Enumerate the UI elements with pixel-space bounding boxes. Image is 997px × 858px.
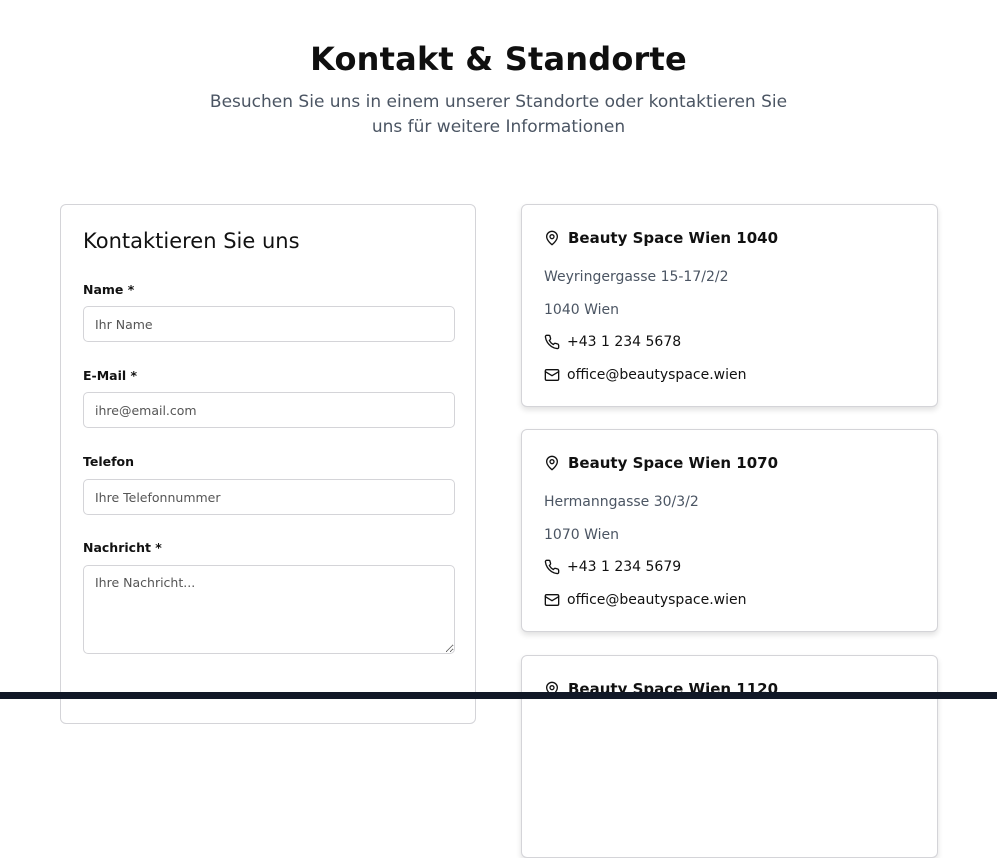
location-card: Beauty Space Wien 1070 Hermanngasse 30/3… — [521, 429, 938, 632]
location-name: Beauty Space Wien 1040 — [568, 229, 779, 247]
form-title: Kontaktieren Sie uns — [83, 229, 300, 253]
message-label: Nachricht * — [83, 540, 162, 555]
mail-icon — [544, 367, 560, 383]
location-card: Beauty Space Wien 1040 Weyringergasse 15… — [521, 204, 938, 407]
map-pin-icon — [544, 455, 560, 471]
message-textarea[interactable] — [83, 565, 455, 654]
email-input[interactable] — [83, 392, 455, 428]
phone-label: Telefon — [83, 454, 135, 469]
name-label: Name * — [83, 282, 135, 297]
phone-icon — [544, 334, 560, 350]
email-text: office@beautyspace.wien — [567, 592, 747, 608]
location-card: Beauty Space Wien 1120 — [521, 655, 938, 858]
map-pin-icon — [544, 230, 560, 246]
location-email[interactable]: office@beautyspace.wien — [544, 592, 746, 608]
location-phone[interactable]: +43 1 234 5679 — [544, 559, 681, 575]
page-title: Kontakt & Standorte — [310, 40, 687, 78]
phone-input[interactable] — [83, 479, 455, 515]
location-name: Beauty Space Wien 1070 — [568, 454, 779, 472]
location-phone[interactable]: +43 1 234 5678 — [544, 334, 681, 350]
location-email[interactable]: office@beautyspace.wien — [544, 367, 746, 383]
bottom-bar — [0, 692, 997, 699]
phone-text: +43 1 234 5678 — [567, 334, 682, 350]
location-city: 1070 Wien — [544, 527, 619, 543]
page-subtitle: Besuchen Sie uns in einem unserer Stando… — [209, 92, 788, 137]
location-street: Hermanngasse 30/3/2 — [544, 494, 699, 510]
contact-form-card: Kontaktieren Sie uns Name * E-Mail * Tel… — [60, 204, 476, 724]
phone-text: +43 1 234 5679 — [567, 559, 682, 575]
phone-icon — [544, 559, 560, 575]
location-title: Beauty Space Wien 1070 — [544, 454, 778, 472]
page-header: Kontakt & Standorte Besuchen Sie uns in … — [0, 40, 997, 140]
location-street: Weyringergasse 15-17/2/2 — [544, 269, 729, 285]
location-title: Beauty Space Wien 1040 — [544, 229, 778, 247]
name-input[interactable] — [83, 306, 455, 342]
email-text: office@beautyspace.wien — [567, 367, 747, 383]
location-city: 1040 Wien — [544, 302, 619, 318]
email-label: E-Mail * — [83, 368, 138, 383]
mail-icon — [544, 592, 560, 608]
